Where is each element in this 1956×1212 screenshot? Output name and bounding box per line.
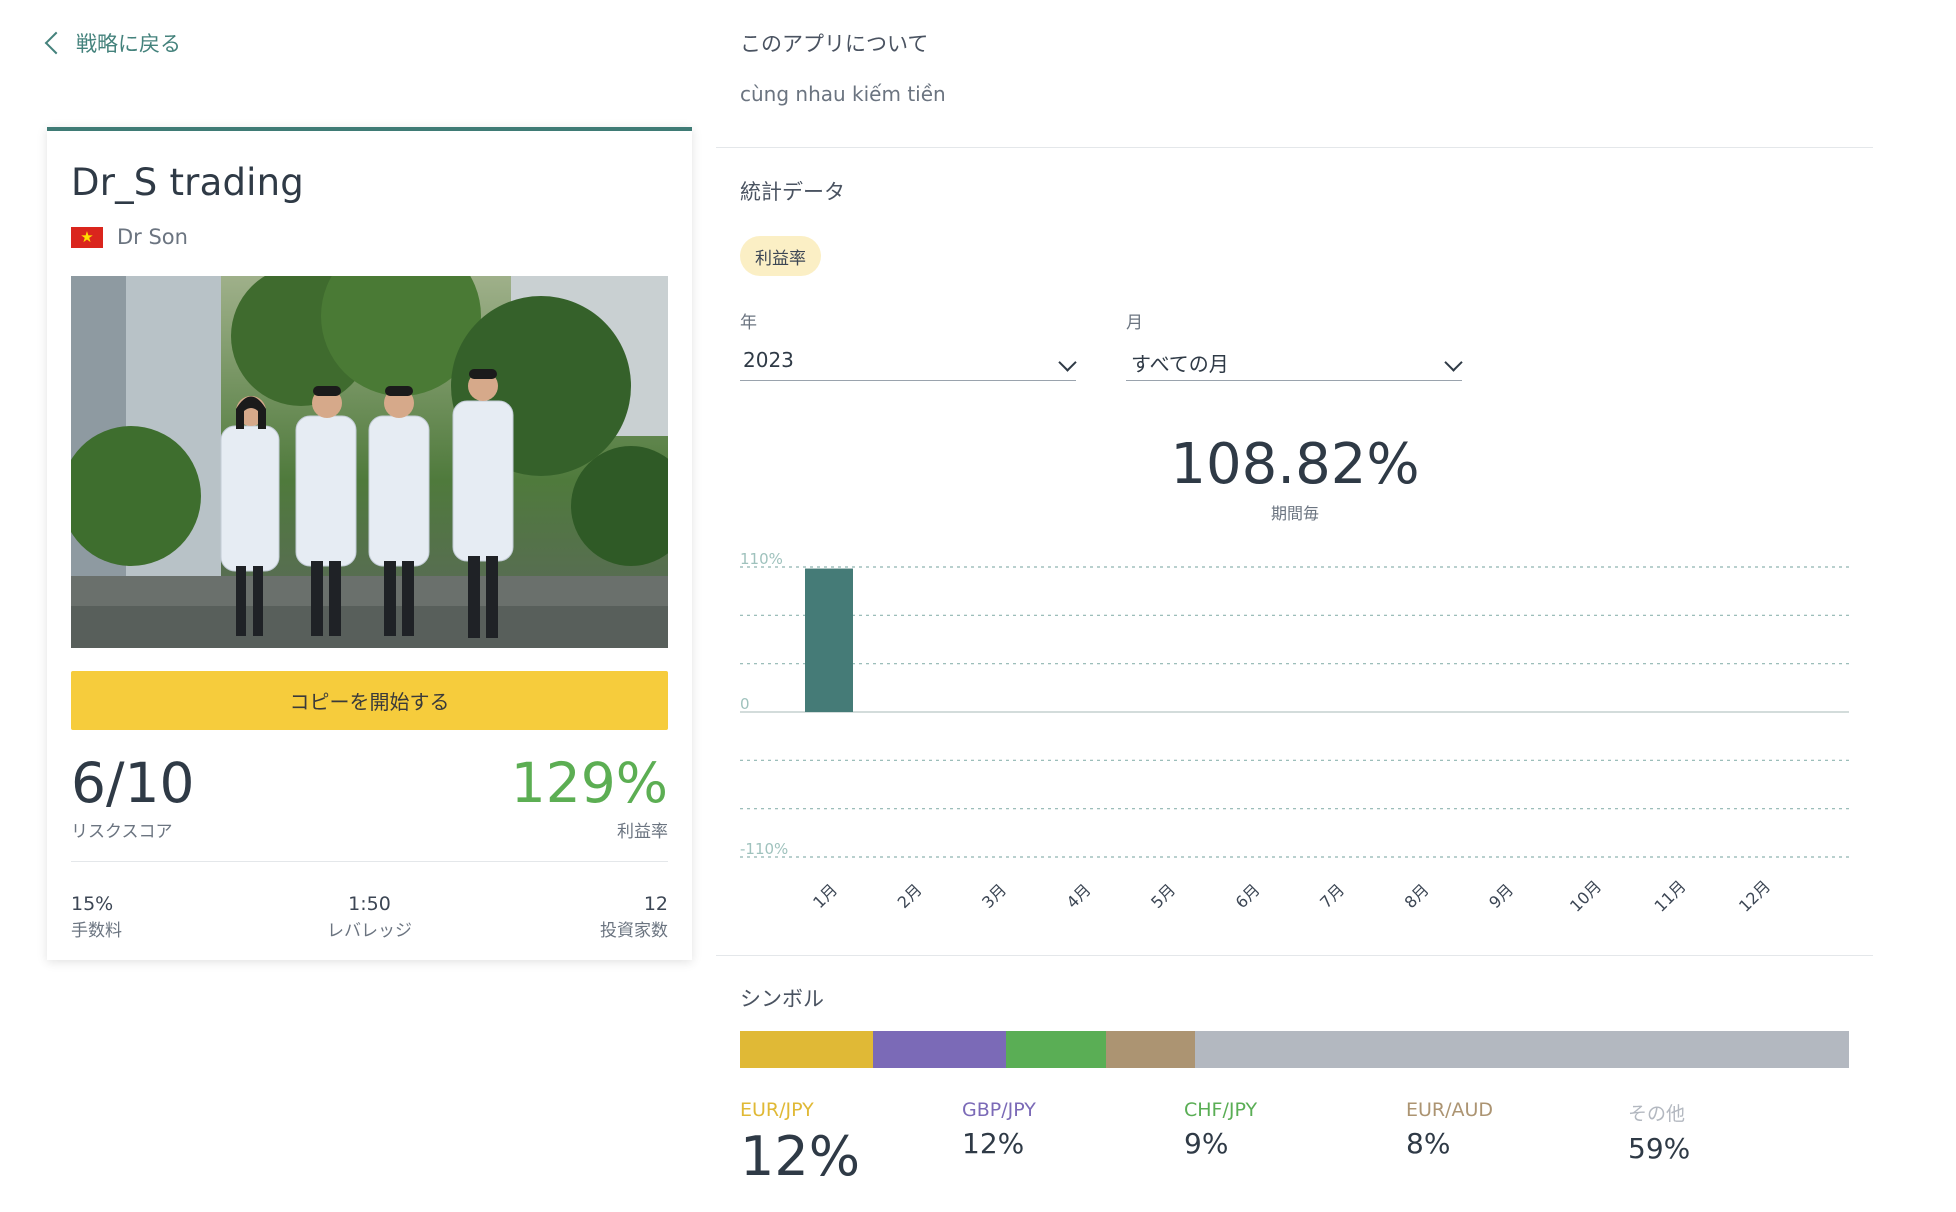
symbol-name: CHF/JPY: [1184, 1099, 1258, 1121]
x-tick-label: 8月: [1401, 880, 1433, 912]
risk-score-value: 6/10: [71, 751, 195, 815]
x-tick-label: 2月: [894, 880, 926, 912]
symbol-gbp-jpy: GBP/JPY 12%: [962, 1099, 1036, 1160]
back-link-label: 戦略に戻る: [76, 32, 181, 56]
headline-caption: 期間毎: [1270, 504, 1319, 523]
vietnam-flag-icon: ★: [71, 226, 103, 248]
symbol-percent: 59%: [1628, 1132, 1691, 1165]
symbol-name: GBP/JPY: [962, 1099, 1036, 1121]
symbol-name: EUR/JPY: [740, 1099, 814, 1121]
x-tick-label: 10月: [1566, 877, 1605, 916]
symbol-percent: 12%: [962, 1127, 1025, 1160]
author-row: ★ Dr Son: [71, 225, 188, 249]
y-tick-label: 0: [740, 695, 750, 713]
x-tick-label: 11月: [1651, 877, 1690, 916]
x-tick-label: 12月: [1735, 877, 1774, 916]
strategy-card: Dr_S trading ★ Dr Son コピーを開始する 6/10 リスクス…: [47, 127, 692, 960]
section-divider-1: [716, 147, 1873, 148]
headline-profit-value: 108.82%: [1170, 432, 1420, 497]
leverage-value: 1:50: [348, 893, 391, 915]
monthly-profit-chart: 110% 0 -110% 1月 2月 3月 4月 5月 6月 7月 8月 9月 10月 11月 12月: [740, 550, 1849, 916]
start-copy-button[interactable]: コピーを開始する: [71, 671, 668, 730]
symbol-bar-segment: [1105, 1031, 1195, 1068]
x-tick-label: 6月: [1232, 880, 1264, 912]
symbol-bar-segment: [1006, 1031, 1106, 1068]
profit-rate-value: 129%: [510, 751, 668, 815]
statistics-title: 統計データ: [740, 180, 845, 204]
month-select[interactable]: すべての月: [1126, 348, 1463, 381]
strategy-photo: [71, 276, 668, 648]
chart-bar: [805, 568, 853, 712]
card-divider: [71, 861, 668, 862]
x-tick-label: 1月: [809, 880, 841, 912]
strategy-title: Dr_S trading: [71, 161, 304, 204]
symbol-bar-segment: [1194, 1031, 1849, 1068]
chevron-down-icon: [1058, 353, 1077, 372]
year-label: 年: [740, 313, 757, 333]
symbol-chf-jpy: CHF/JPY 9%: [1184, 1099, 1257, 1160]
y-tick-label: -110%: [740, 840, 788, 858]
x-tick-label: 3月: [978, 880, 1010, 912]
risk-score-label: リスクスコア: [71, 822, 173, 842]
month-select-value: すべての月: [1131, 352, 1229, 376]
symbol-name: EUR/AUD: [1406, 1099, 1494, 1121]
year-select[interactable]: 2023: [740, 348, 1077, 381]
author-name: Dr Son: [117, 225, 188, 249]
chevron-down-icon: [1444, 353, 1463, 372]
section-divider-2: [716, 955, 1873, 956]
tab-profit-rate[interactable]: 利益率: [740, 236, 821, 276]
leverage-label: レバレッジ: [327, 921, 412, 941]
symbol-distribution-bar: [740, 1031, 1849, 1068]
x-tick-label: 4月: [1063, 880, 1095, 912]
team-photo-illustration: [71, 276, 668, 648]
about-title: このアプリについて: [740, 32, 929, 56]
x-tick-label: 9月: [1485, 880, 1517, 912]
profit-rate-label: 利益率: [617, 822, 668, 842]
symbol-other: その他 59%: [1628, 1099, 1690, 1165]
year-select-value: 2023: [743, 348, 794, 372]
investors-label: 投資家数: [600, 921, 668, 941]
symbol-bar-segment: [873, 1031, 1007, 1068]
symbols-title: シンボル: [740, 987, 824, 1011]
symbol-eur-jpy: EUR/JPY 12%: [740, 1099, 860, 1188]
symbol-percent: 12%: [740, 1125, 861, 1188]
symbol-percent: 8%: [1406, 1127, 1451, 1160]
symbol-eur-aud: EUR/AUD 8%: [1406, 1099, 1493, 1160]
x-tick-label: 5月: [1147, 880, 1179, 912]
back-to-strategies-link[interactable]: 戦略に戻る: [44, 28, 181, 58]
symbol-name: その他: [1628, 1103, 1686, 1125]
x-tick-label: 7月: [1316, 880, 1348, 912]
symbol-bar-segment: [740, 1031, 874, 1068]
symbol-percent: 9%: [1184, 1127, 1229, 1160]
about-description: cùng nhau kiếm tiền: [740, 82, 946, 106]
chevron-left-icon: [44, 31, 68, 55]
month-label: 月: [1126, 313, 1143, 333]
investors-value: 12: [643, 893, 668, 915]
y-tick-label: 110%: [740, 550, 783, 568]
